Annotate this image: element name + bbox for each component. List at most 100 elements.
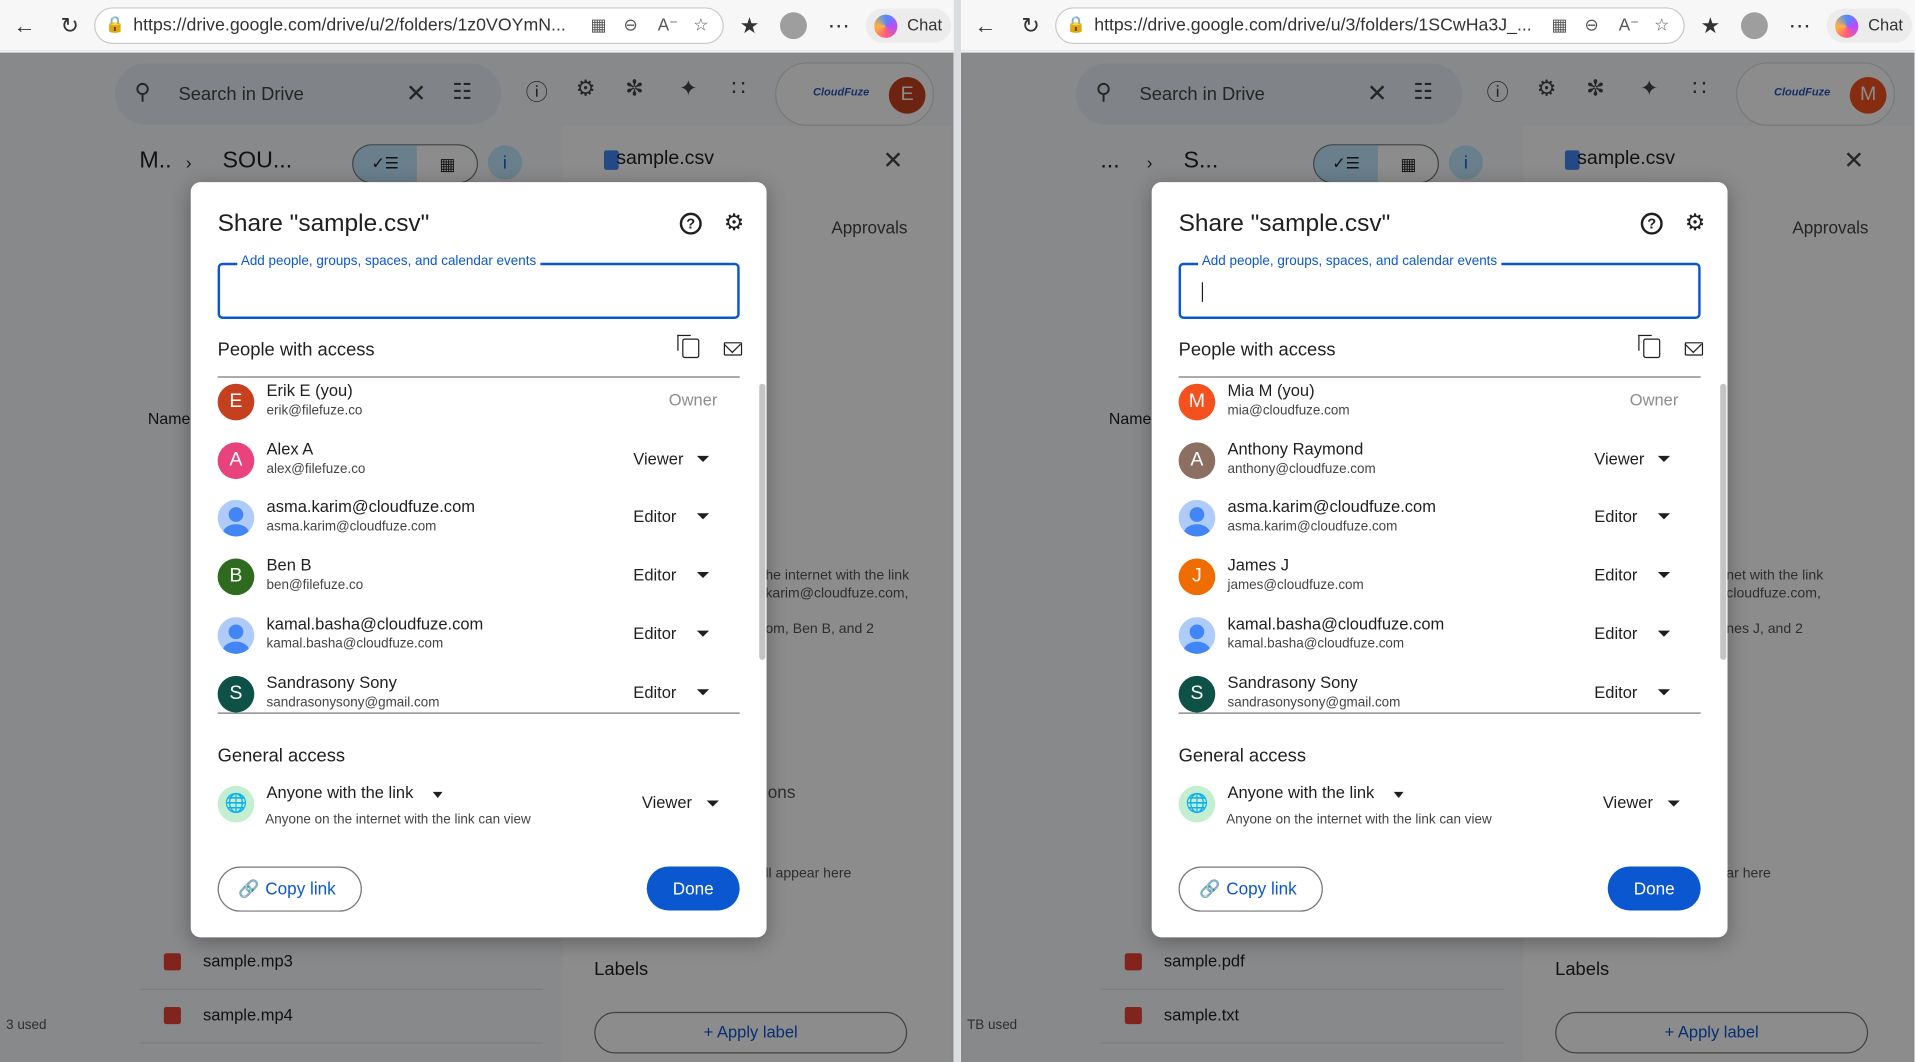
copilot-icon — [874, 14, 898, 38]
dialog-title: Share "sample.csv" — [1178, 210, 1391, 238]
app-icon[interactable]: ▦ — [591, 15, 607, 36]
person-avatar: A — [1178, 442, 1216, 480]
lock-icon[interactable]: 🔒 — [1066, 15, 1086, 35]
link-access-dropdown[interactable]: Anyone with the link — [1227, 783, 1374, 801]
email-icon[interactable] — [723, 342, 743, 356]
default-avatar-icon — [217, 499, 255, 537]
favorite-star-icon[interactable]: ☆ — [1654, 15, 1669, 36]
chevron-down-icon[interactable] — [696, 630, 710, 637]
chevron-down-icon[interactable] — [1657, 689, 1671, 696]
chevron-down-icon[interactable] — [1657, 513, 1671, 520]
read-aloud-icon[interactable]: A⁻ — [1619, 15, 1639, 36]
person-row: J James J james@cloudfuze.com Editor — [1178, 555, 1701, 614]
chevron-down-icon[interactable] — [1657, 455, 1671, 462]
chevron-down-icon[interactable] — [1667, 800, 1680, 807]
role-dropdown[interactable]: Editor — [633, 566, 676, 584]
role-dropdown[interactable]: Viewer — [633, 450, 683, 468]
more-icon[interactable]: ⋯ — [825, 12, 852, 39]
zoom-icon[interactable]: ⊖ — [624, 15, 638, 36]
copy-link-button[interactable]: 🔗 Copy link — [1178, 866, 1323, 912]
link-role-dropdown[interactable]: Viewer — [1603, 793, 1653, 811]
zoom-icon[interactable]: ⊖ — [1584, 15, 1598, 36]
add-people-label: Add people, groups, spaces, and calendar… — [237, 254, 540, 269]
person-avatar: S — [1178, 675, 1216, 713]
address-bar[interactable]: 🔒 https://drive.google.com/drive/u/3/fol… — [1055, 7, 1685, 44]
url-text[interactable]: https://drive.google.com/drive/u/3/folde… — [1094, 16, 1534, 36]
read-aloud-icon[interactable]: A⁻ — [658, 15, 678, 36]
divider — [217, 712, 740, 714]
share-dialog: Share "sample.csv" ? ⚙ Add people, group… — [1151, 182, 1728, 938]
screenshot: ← ↻ 🔒 https://drive.google.com/drive/u/2… — [0, 0, 1917, 1062]
done-button[interactable]: Done — [646, 866, 740, 911]
role-dropdown[interactable]: Editor — [633, 683, 676, 701]
general-access-heading: General access — [217, 745, 346, 767]
person-avatar: A — [217, 442, 255, 480]
url-text[interactable]: https://drive.google.com/drive/u/2/folde… — [133, 16, 573, 36]
chevron-down-icon[interactable] — [706, 800, 719, 807]
back-icon[interactable]: ← — [972, 12, 999, 39]
back-icon[interactable]: ← — [11, 12, 38, 39]
more-icon[interactable]: ⋯ — [1786, 12, 1813, 39]
role-dropdown[interactable]: Viewer — [1594, 450, 1644, 468]
chevron-down-icon[interactable] — [696, 513, 710, 520]
role-dropdown[interactable]: Editor — [633, 507, 676, 525]
favorite-star-icon[interactable]: ☆ — [693, 15, 708, 36]
copilot-icon — [1835, 14, 1859, 38]
scrollbar[interactable] — [759, 383, 766, 660]
add-people-input[interactable]: Add people, groups, spaces, and calendar… — [217, 254, 740, 319]
dialog-title: Share "sample.csv" — [217, 210, 430, 238]
chevron-down-icon[interactable] — [696, 455, 710, 462]
role-dropdown[interactable]: Editor — [1594, 624, 1637, 642]
person-name: Sandrasony Sony — [266, 673, 397, 692]
role-dropdown[interactable]: Editor — [1594, 566, 1637, 584]
reload-icon[interactable]: ↻ — [1017, 12, 1044, 39]
settings-icon[interactable]: ⚙ — [724, 209, 745, 237]
favorites-icon[interactable]: ★ — [1697, 12, 1724, 39]
person-email: alex@filefuze.co — [266, 461, 366, 477]
reload-icon[interactable]: ↻ — [56, 12, 83, 39]
default-avatar-icon — [217, 617, 255, 654]
people-with-access-heading: People with access — [1178, 339, 1336, 361]
scrollbar[interactable] — [1720, 383, 1727, 660]
role-dropdown[interactable]: Editor — [1594, 507, 1637, 525]
person-name: asma.karim@cloudfuze.com — [266, 497, 475, 516]
done-button[interactable]: Done — [1607, 866, 1701, 911]
chevron-down-icon[interactable] — [432, 791, 443, 799]
link-icon: 🔗 — [1199, 878, 1221, 899]
settings-icon[interactable]: ⚙ — [1685, 209, 1706, 237]
divider — [1178, 376, 1701, 378]
chevron-down-icon[interactable] — [696, 571, 710, 579]
email-icon[interactable] — [1684, 342, 1704, 356]
person-email: anthony@cloudfuze.com — [1227, 461, 1376, 477]
profile-icon[interactable] — [780, 12, 807, 40]
copy-emails-icon[interactable] — [1638, 334, 1661, 359]
chevron-down-icon[interactable] — [696, 689, 710, 696]
person-name: Alex A — [266, 439, 314, 459]
divider — [1178, 712, 1701, 714]
person-row: A Anthony Raymond anthony@cloudfuze.com … — [1178, 439, 1701, 498]
help-icon[interactable]: ? — [679, 212, 702, 235]
chevron-down-icon[interactable] — [1657, 630, 1671, 637]
link-access-description: Anyone on the internet with the link can… — [1226, 812, 1492, 828]
link-role-dropdown[interactable]: Viewer — [642, 793, 692, 811]
copy-emails-icon[interactable] — [677, 334, 700, 359]
chevron-down-icon[interactable] — [1393, 791, 1404, 799]
copilot-chat-button[interactable]: Chat — [1826, 8, 1913, 43]
person-row: A Alex A alex@filefuze.co Viewer — [217, 439, 740, 498]
role-dropdown[interactable]: Editor — [1594, 683, 1637, 701]
link-access-dropdown[interactable]: Anyone with the link — [267, 783, 414, 801]
help-icon[interactable]: ? — [1640, 212, 1663, 235]
window-divider — [953, 0, 961, 1062]
copy-link-button[interactable]: 🔗 Copy link — [217, 866, 362, 912]
app-icon[interactable]: ▦ — [1551, 15, 1567, 36]
person-row: M Mia M (you) mia@cloudfuze.com Owner — [1178, 380, 1701, 439]
profile-icon[interactable] — [1740, 12, 1768, 40]
favorites-icon[interactable]: ★ — [736, 12, 763, 39]
role-dropdown[interactable]: Editor — [633, 624, 676, 642]
copilot-chat-button[interactable]: Chat — [865, 8, 952, 43]
person-name: Mia M (you) — [1227, 381, 1315, 400]
lock-icon[interactable]: 🔒 — [105, 15, 125, 35]
address-bar[interactable]: 🔒 https://drive.google.com/drive/u/2/fol… — [94, 7, 724, 44]
chevron-down-icon[interactable] — [1657, 571, 1671, 579]
add-people-input[interactable]: Add people, groups, spaces, and calendar… — [1178, 254, 1701, 319]
